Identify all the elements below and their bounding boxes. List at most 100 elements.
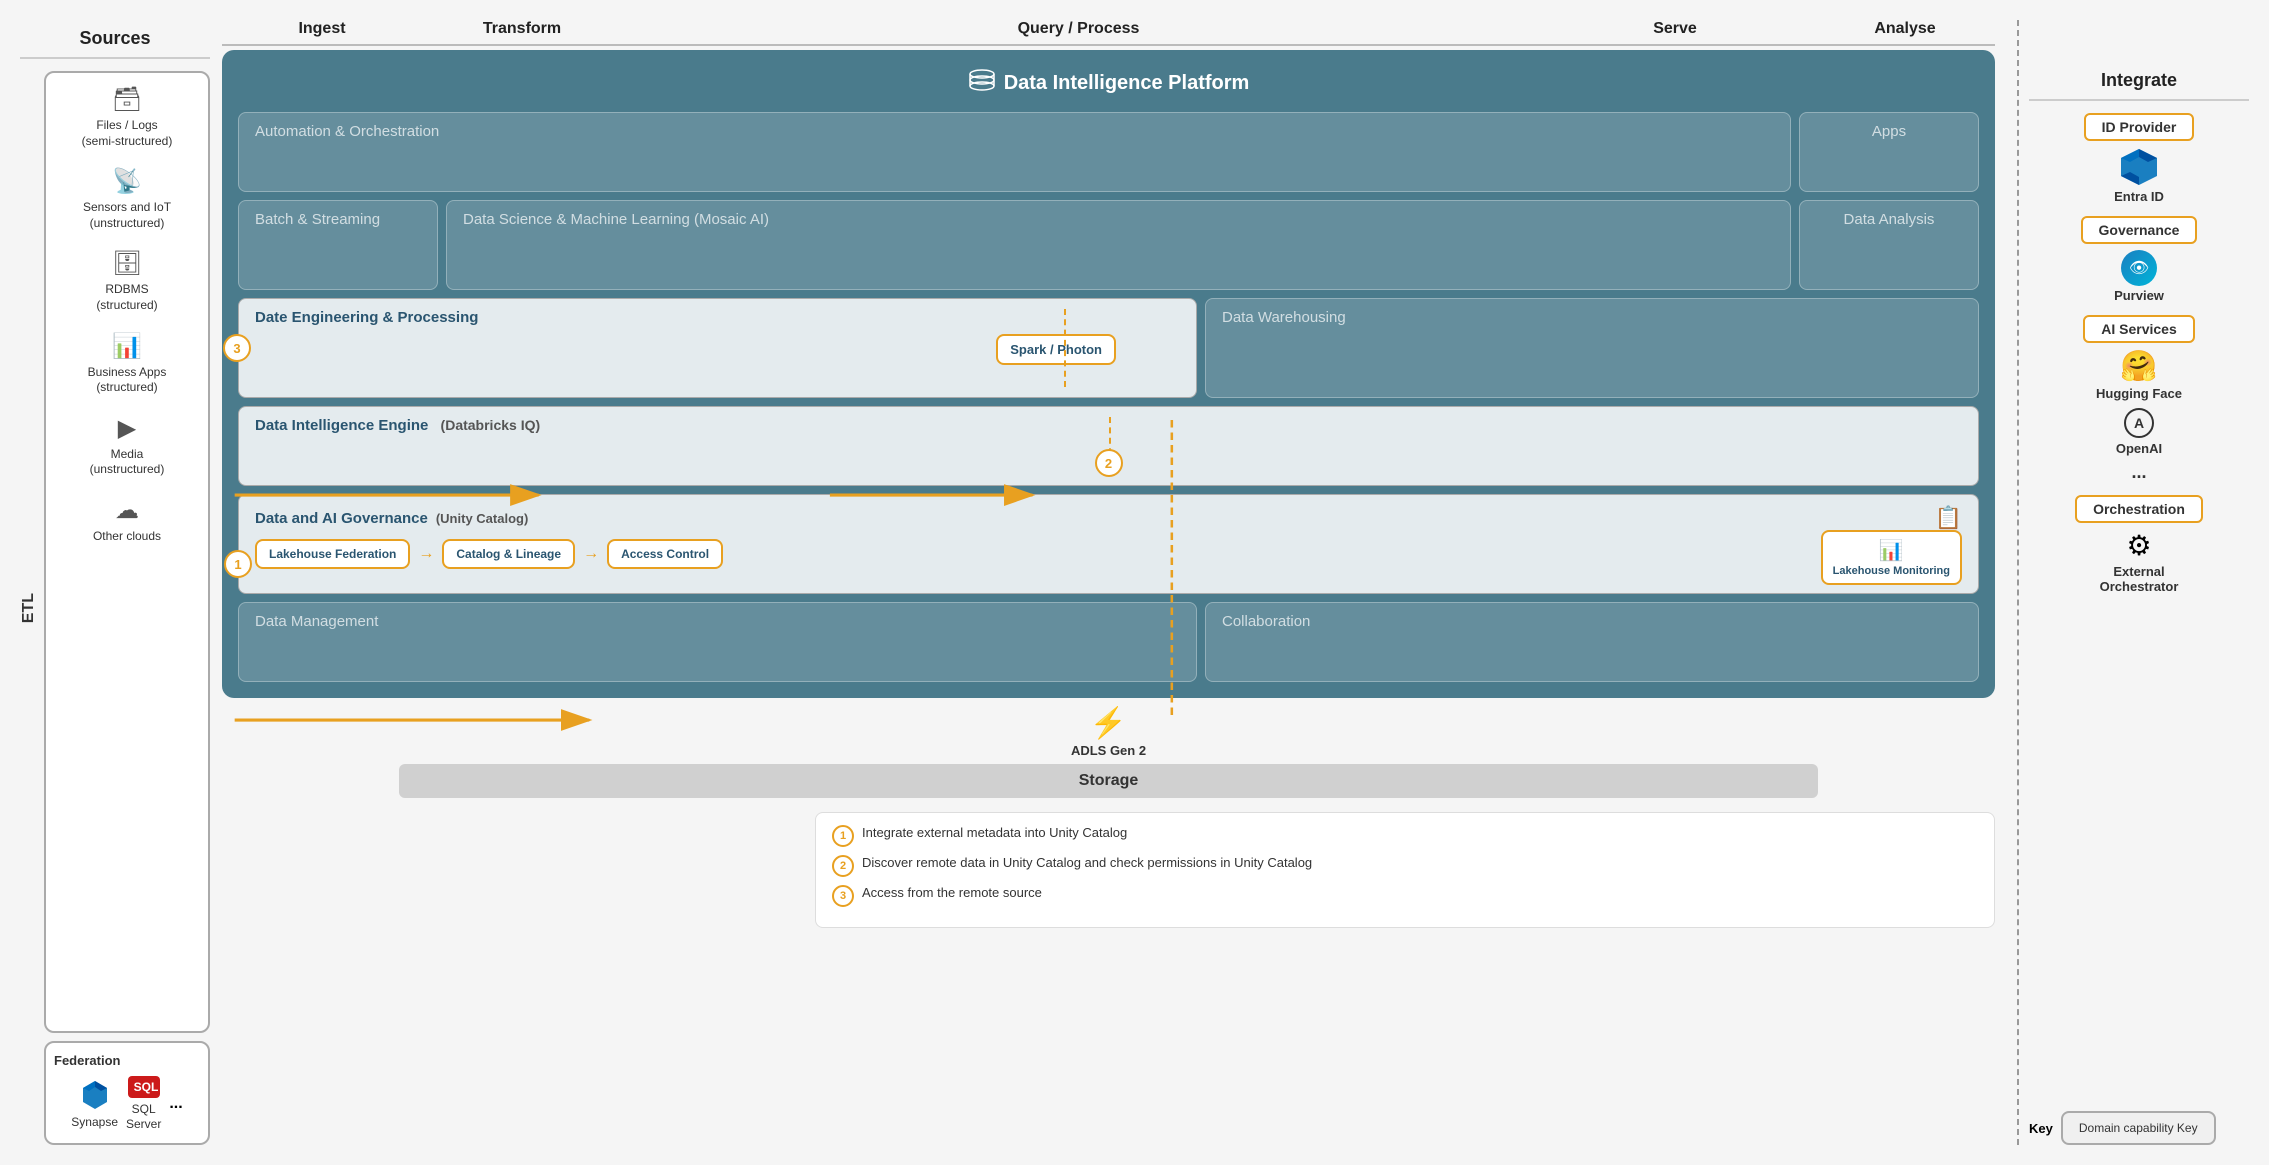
integrate-header: Integrate [2029, 70, 2249, 101]
source-synapse: Synapse [71, 1079, 118, 1131]
source-business-apps: 📊 Business Apps(structured) [88, 332, 167, 396]
cell-data-management: Data Management [238, 602, 1197, 682]
legend-badge-2: 2 [832, 855, 854, 877]
cell-ds-ml: Data Science & Machine Learning (Mosaic … [446, 200, 1791, 290]
cell-apps: Apps [1799, 112, 1979, 192]
external-orchestrator-name: ExternalOrchestrator [2100, 564, 2179, 594]
catalog-lineage-box: Catalog & Lineage [442, 539, 575, 569]
row-dm-collab: Data Management Collaboration [238, 602, 1979, 682]
svg-text:A: A [2134, 415, 2144, 431]
spark-photon-box: Spark / Photon [996, 334, 1116, 365]
source-files-logs: 🗃 Files / Logs(semi-structured) [82, 85, 173, 149]
monitoring-icon: 📊 [1833, 538, 1950, 563]
header-analyse: Analyse [1815, 20, 1995, 46]
openai-icon: A [2123, 407, 2155, 439]
external-orchestrator-item: ⚙ ExternalOrchestrator [2100, 529, 2179, 594]
dashed-line-v [1064, 309, 1066, 387]
row-de: Date Engineering & Processing Spark / Ph… [238, 298, 1979, 398]
purview-item: 👁 Purview [2114, 250, 2164, 303]
row-governance: Data and AI Governance (Unity Catalog) 📋… [238, 494, 1979, 594]
row-automation: Automation & Orchestration Apps [238, 112, 1979, 192]
governance-title: Data and AI Governance [255, 510, 428, 527]
source-sql-server: SQL SQLServer [126, 1076, 161, 1133]
row-die: Data Intelligence Engine (Databricks IQ)… [238, 406, 1979, 486]
row-batch-dsml: Batch & Streaming Data Science & Machine… [238, 200, 1979, 290]
federation-box: Federation Synapse SQL SQLS [44, 1041, 210, 1145]
ai-services-more: ... [2131, 462, 2146, 483]
legend-item-1: 1 Integrate external metadata into Unity… [832, 825, 1978, 847]
hugging-face-name: Hugging Face [2096, 386, 2182, 401]
adls-label: ADLS Gen 2 [1071, 743, 1146, 758]
main-container: Sources ETL 🗃 Files / Logs(semi-structur… [0, 0, 2269, 1165]
header-ingest: Ingest [222, 20, 422, 46]
legend-text-2: Discover remote data in Unity Catalog an… [862, 855, 1312, 870]
openai-name: OpenAI [2116, 441, 2162, 456]
right-panel: Integrate ID Provider Entra ID Governanc… [2029, 20, 2249, 1145]
badge-3: 3 [223, 334, 251, 362]
hugging-face-item: 🤗 Hugging Face [2096, 349, 2182, 401]
legend-item-3: 3 Access from the remote source [832, 885, 1978, 907]
lakehouse-federation-box: Lakehouse Federation [255, 539, 410, 569]
section-ai-services: AI Services 🤗 Hugging Face A OpenAI ... [2029, 315, 2249, 483]
source-sensors-iot: 📡 Sensors and IoT(unstructured) [83, 167, 171, 231]
key-area: Key Domain capability Key [2029, 1111, 2249, 1145]
governance-title-int: Governance [2081, 216, 2198, 244]
source-other-clouds: ☁ Other clouds [93, 496, 161, 545]
header-serve: Serve [1535, 20, 1815, 46]
diagram-area: Ingest Transform Query / Process Serve A… [222, 20, 1995, 1145]
legend-text-1: Integrate external metadata into Unity C… [862, 825, 1127, 840]
cell-data-engineering: Date Engineering & Processing Spark / Ph… [238, 298, 1197, 398]
cell-governance: Data and AI Governance (Unity Catalog) 📋… [238, 494, 1979, 594]
platform-title: Data Intelligence Platform [238, 66, 1979, 100]
storage-bar: Storage [399, 764, 1817, 798]
storage-area: ⚡ ADLS Gen 2 Storage [222, 706, 1995, 798]
federation-label: Federation [54, 1053, 120, 1068]
orchestrator-icon: ⚙ [2126, 529, 2151, 562]
key-label: Key [2029, 1121, 2053, 1136]
cell-collaboration: Collaboration [1205, 602, 1979, 682]
gov-arrow-1: → [418, 545, 434, 563]
adls-icon: ⚡ [1090, 706, 1127, 741]
lakehouse-monitoring-box: 📊 Lakehouse Monitoring [1821, 530, 1962, 585]
id-provider-title: ID Provider [2084, 113, 2195, 141]
section-governance-int: Governance 👁 Purview [2029, 216, 2249, 303]
entra-id-icon [2119, 147, 2159, 187]
column-headers: Ingest Transform Query / Process Serve A… [222, 20, 1995, 46]
sources-header: Sources [20, 20, 210, 59]
source-more: ... [169, 1095, 182, 1113]
de-title: Date Engineering & Processing [255, 309, 1180, 326]
vertical-divider [2017, 20, 2019, 1145]
hugging-face-icon: 🤗 [2120, 349, 2157, 384]
access-control-box: Access Control [607, 539, 723, 569]
badge-1: 1 [224, 550, 252, 578]
federation-logos: Synapse SQL SQLServer ... [71, 1076, 182, 1133]
legend-badge-1: 1 [832, 825, 854, 847]
cell-batch-streaming: Batch & Streaming [238, 200, 438, 290]
platform-title-text: Data Intelligence Platform [1004, 72, 1250, 95]
cell-data-warehousing: Data Warehousing [1205, 298, 1979, 398]
synapse-icon [79, 1079, 111, 1111]
section-id-provider: ID Provider Entra ID [2029, 113, 2249, 204]
sources-column: Sources ETL 🗃 Files / Logs(semi-structur… [20, 20, 210, 1145]
platform-box: Data Intelligence Platform Automation & … [222, 50, 1995, 698]
source-rdbms: 🗄 RDBMS(structured) [96, 249, 157, 313]
openai-item: A OpenAI [2116, 407, 2162, 456]
legend-item-2: 2 Discover remote data in Unity Catalog … [832, 855, 1978, 877]
adls-box: ⚡ ADLS Gen 2 [1071, 706, 1146, 758]
key-box: Domain capability Key [2061, 1111, 2216, 1145]
unity-catalog-icon: 📋 [1935, 505, 1962, 531]
gov-arrow-2: → [583, 545, 599, 563]
cell-die: Data Intelligence Engine (Databricks IQ)… [238, 406, 1979, 486]
etl-label: ETL [20, 593, 38, 623]
legend-badge-3: 3 [832, 885, 854, 907]
sources-etl-box: 🗃 Files / Logs(semi-structured) 📡 Sensor… [44, 71, 210, 1033]
platform-icon [968, 66, 996, 100]
cell-automation: Automation & Orchestration [238, 112, 1791, 192]
legend-text-3: Access from the remote source [862, 885, 1042, 900]
right-section: Integrate ID Provider Entra ID Governanc… [2007, 20, 2249, 1145]
purview-icon: 👁 [2121, 250, 2157, 286]
header-transform: Transform [422, 20, 622, 46]
section-orchestration: Orchestration ⚙ ExternalOrchestrator [2029, 495, 2249, 594]
legend-area: 1 Integrate external metadata into Unity… [815, 812, 1995, 928]
cell-data-analysis: Data Analysis [1799, 200, 1979, 290]
